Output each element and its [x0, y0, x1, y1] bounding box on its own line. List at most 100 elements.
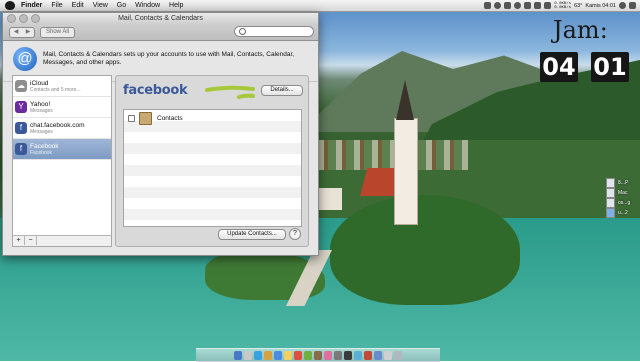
desktop-file[interactable]: os...g [606, 198, 636, 208]
status-app-icon[interactable] [484, 2, 492, 9]
search-field[interactable] [234, 26, 314, 37]
menu-finder[interactable]: Finder [21, 2, 42, 9]
desktop-folder[interactable]: u...2 [606, 208, 636, 218]
account-name: Yahoo! [30, 100, 51, 108]
menu-help[interactable]: Help [169, 2, 183, 9]
village [318, 140, 468, 170]
messages-icon[interactable] [304, 351, 312, 360]
itunes-icon[interactable] [324, 351, 332, 360]
add-account-button[interactable]: + [13, 236, 25, 245]
desktop-file[interactable]: Mac [606, 188, 636, 198]
account-list: ☁ iCloud Contacts and 5 more... Y Yahoo!… [12, 75, 112, 247]
spotlight-icon[interactable] [619, 2, 626, 9]
photo-icon[interactable] [364, 351, 372, 360]
menu-go[interactable]: Go [117, 2, 126, 9]
clock-hour: 04 [540, 52, 578, 82]
document-icon [606, 178, 615, 188]
details-button[interactable]: Details... [261, 85, 303, 96]
account-subtitle: Messages [30, 128, 53, 135]
mail-icon[interactable] [274, 351, 282, 360]
update-contacts-button[interactable]: Update Contacts... [218, 229, 286, 240]
yahoo-icon: Y [15, 101, 27, 113]
window-title: Mail, Contacts & Calendars [118, 15, 203, 22]
account-name: iCloud [30, 79, 49, 87]
weather-temperature[interactable]: 63° [574, 3, 582, 9]
account-name: Facebook [30, 142, 59, 150]
at-sign-icon: @ [13, 47, 37, 71]
status-sync-icon[interactable] [494, 2, 502, 9]
downloads-stack-icon[interactable] [384, 351, 392, 360]
church-building [318, 188, 342, 210]
terminal-icon[interactable] [344, 351, 352, 360]
menubar-clock[interactable]: Kamis 04:01 [585, 3, 616, 9]
account-name: chat.facebook.com [30, 121, 85, 129]
desktop-file-label: 8...P [618, 180, 629, 186]
folder-icon [606, 208, 615, 218]
clock-label: Jam: [553, 16, 608, 44]
finder-icon[interactable] [234, 351, 242, 360]
preferences-window: Mail, Contacts & Calendars ◀ ▶ Show All … [2, 12, 319, 256]
menu-window[interactable]: Window [135, 2, 160, 9]
show-all-button[interactable]: Show All [40, 26, 76, 38]
chrome-icon[interactable] [264, 351, 272, 360]
menu-edit[interactable]: Edit [72, 2, 84, 9]
contacts-icon[interactable] [314, 351, 322, 360]
search-input[interactable] [246, 28, 312, 35]
desktop-file-label: u...2 [618, 210, 628, 216]
safari-icon[interactable] [254, 351, 262, 360]
menu-bar: Finder File Edit View Go Window Help 0.0… [0, 0, 640, 12]
service-label: Contacts [157, 114, 183, 122]
status-area: 0.0KB/s 0.0KB/s 63° Kamis 04:01 [484, 0, 636, 11]
net-down-speed: 0.0KB/s [554, 5, 572, 10]
volume-icon[interactable] [534, 2, 542, 9]
network-monitor[interactable]: 0.0KB/s 0.0KB/s [554, 2, 571, 10]
launchpad-icon[interactable] [244, 351, 252, 360]
facebook-logo: facebook [123, 83, 188, 98]
menu-view[interactable]: View [93, 2, 108, 9]
menu-file[interactable]: File [51, 2, 62, 9]
bluetooth-icon[interactable] [514, 2, 522, 9]
account-item-yahoo[interactable]: Y Yahoo! Messages [13, 97, 111, 118]
desktop-clock-widget: Jam: 04 01 [537, 16, 633, 84]
account-item-chat-facebook[interactable]: f chat.facebook.com Messages [13, 118, 111, 139]
trash-icon[interactable] [394, 351, 402, 360]
church-tower [394, 118, 418, 225]
apple-icon[interactable] [5, 1, 15, 10]
preview-icon[interactable] [374, 351, 382, 360]
account-list-footer: + − [13, 235, 111, 246]
account-subtitle: Messages [30, 107, 53, 114]
desktop-file-label: Mac [618, 190, 628, 196]
dock [196, 348, 440, 362]
calendar-icon[interactable] [294, 351, 302, 360]
address-book-icon [139, 111, 152, 125]
forward-arrow-icon[interactable]: ▶ [22, 28, 34, 37]
wifi-icon[interactable] [524, 2, 532, 9]
notification-icon[interactable] [629, 2, 636, 9]
window-titlebar[interactable]: Mail, Contacts & Calendars [3, 13, 318, 24]
service-row-contacts: Contacts [124, 110, 301, 126]
account-subtitle: Facebook [30, 149, 52, 156]
notes-icon[interactable] [284, 351, 292, 360]
desktop-file[interactable]: 8...P [606, 178, 636, 188]
remove-account-button[interactable]: − [25, 236, 37, 245]
document-icon [606, 198, 615, 208]
help-button[interactable]: ? [289, 228, 301, 240]
desktop-icons: 8...P Mac os...g u...2 [606, 178, 636, 218]
app-store-icon[interactable] [354, 351, 362, 360]
account-detail-pane: facebook Details... Contacts Update Cont… [115, 75, 309, 247]
system-preferences-icon[interactable] [334, 351, 342, 360]
facebook-icon: f [15, 122, 27, 134]
account-subtitle: Contacts and 5 more... [30, 86, 81, 93]
account-item-icloud[interactable]: ☁ iCloud Contacts and 5 more... [13, 76, 111, 97]
contacts-checkbox[interactable] [128, 114, 135, 122]
facebook-icon: f [15, 143, 27, 155]
redaction-scribble [205, 85, 255, 99]
nav-segment: ◀ ▶ [9, 26, 35, 38]
back-arrow-icon[interactable]: ◀ [10, 28, 22, 37]
search-icon [239, 28, 246, 35]
battery-icon[interactable] [544, 2, 552, 9]
intro-text: Mail, Contacts & Calendars sets up your … [43, 51, 295, 66]
cloud-icon: ☁ [15, 80, 27, 92]
status-monitor-icon[interactable] [504, 2, 512, 9]
account-item-facebook[interactable]: f Facebook Facebook [13, 139, 111, 160]
